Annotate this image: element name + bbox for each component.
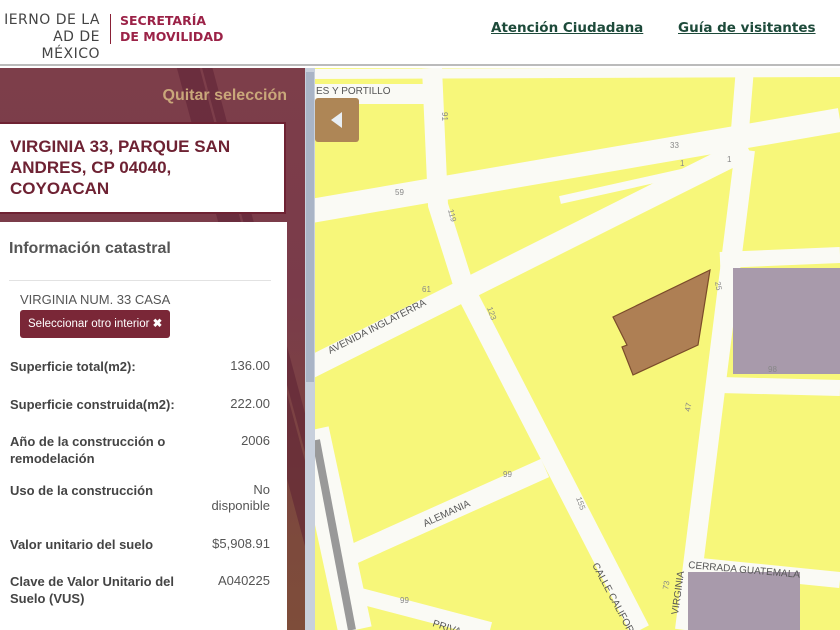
info-row: Superficie construida(m2): 222.00 (10, 396, 270, 413)
logo-divider (110, 14, 111, 44)
row-value: No disponible (211, 482, 270, 513)
row-value: 222.00 (230, 396, 270, 411)
info-row: Año de la construcción o remodelación 200… (10, 433, 270, 467)
cdmx-logo[interactable]: IERNO DE LA AD DE MÉXICO (0, 12, 100, 63)
row-label: Año de la construcción o remodelación (10, 434, 166, 466)
logo-text: IERNO DE LA (4, 12, 100, 28)
semovi-logo[interactable]: SECRETARÍA DE MOVILIDAD (120, 13, 223, 45)
nav-atencion-ciudadana[interactable]: Atención Ciudadana (491, 20, 643, 36)
lot-number: 99 (503, 470, 512, 479)
lot-number: 61 (422, 285, 431, 294)
nav-guia-visitantes[interactable]: Guía de visitantes (678, 20, 816, 36)
road (719, 247, 840, 268)
logo-text: AD DE MÉXICO (41, 29, 100, 62)
interior-select[interactable]: VIRGINIA NUM. 33 CASA (20, 292, 170, 307)
lot-number: 59 (395, 188, 404, 197)
map-view[interactable]: ES Y PORTILLO AVENIDA INGLATERRA ALEMANI… (305, 68, 840, 630)
road (731, 68, 754, 131)
purple-block (733, 268, 840, 374)
info-row: Valor unitario del suelo $5,908.91 (10, 536, 270, 553)
address-card: VIRGINIA 33, PARQUE SAN ANDRES, CP 04040… (0, 122, 286, 214)
logo-text: DE MOVILIDAD (120, 29, 224, 44)
row-value: $5,908.91 (212, 536, 270, 551)
collapse-panel-button[interactable] (315, 98, 359, 142)
divider (9, 280, 271, 281)
row-label: Superficie total(m2): (10, 359, 136, 374)
road (719, 377, 840, 396)
row-value: 2006 (241, 433, 270, 448)
scrollbar-thumb[interactable] (306, 72, 314, 382)
site-header: IERNO DE LA AD DE MÉXICO SECRETARÍA DE MOV… (0, 0, 840, 66)
logo-text: SECRETARÍA (120, 13, 207, 28)
purple-block (688, 572, 800, 630)
lot-number: 1 (680, 159, 685, 168)
lot-number: 91 (440, 112, 449, 121)
street-label: ES Y PORTILLO (316, 86, 391, 97)
lot-number: 1 (727, 155, 732, 164)
lot-number: 99 (400, 596, 409, 605)
lot-number: 98 (768, 365, 777, 374)
row-label: Clave de Valor Unitario del Suelo (VUS) (10, 574, 174, 606)
map-canvas: ES Y PORTILLO AVENIDA INGLATERRA ALEMANI… (305, 68, 840, 630)
lot-number: 33 (670, 141, 679, 150)
road (305, 68, 840, 79)
info-row: Superficie total(m2): 136.00 (10, 358, 270, 375)
row-label: Valor unitario del suelo (10, 537, 154, 552)
row-value: 136.00 (230, 358, 270, 373)
quitar-seleccion-link[interactable]: Quitar selección (163, 87, 288, 105)
close-icon: ✖ (152, 318, 163, 330)
row-label: Uso de la construcción (10, 483, 154, 498)
row-label: Superficie construida(m2): (10, 397, 175, 412)
info-panel: Quitar selección VIRGINIA 33, PARQUE SAN… (0, 68, 305, 630)
button-label: Seleccionar otro interior (28, 318, 150, 330)
info-title: Información catastral (9, 240, 171, 257)
row-value: A040225 (217, 573, 270, 588)
info-row: Clave de Valor Unitario del Suelo (VUS) A… (10, 573, 270, 607)
cadastral-info-card: Información catastral VIRGINIA NUM. 33 C… (0, 222, 287, 630)
select-other-interior-button[interactable]: Seleccionar otro interior ✖ (20, 310, 171, 338)
info-row: Uso de la construcción No disponible (10, 482, 270, 513)
